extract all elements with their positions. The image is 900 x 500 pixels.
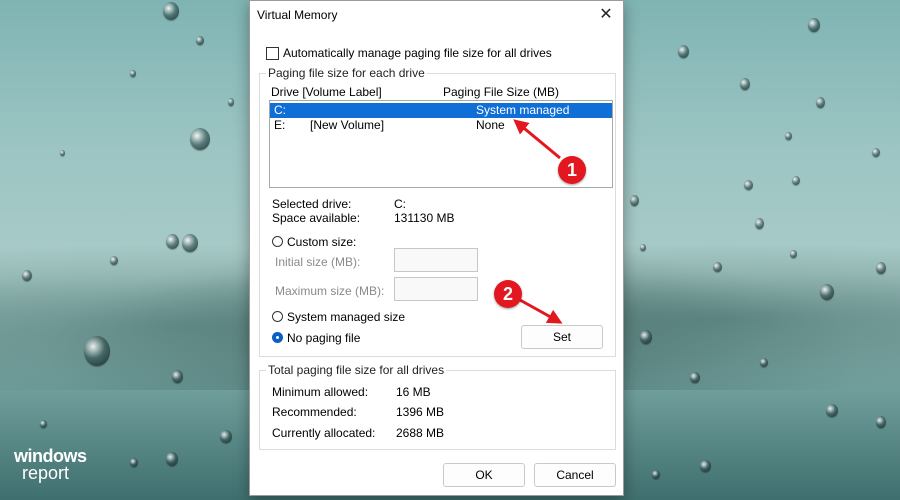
custom-size-label: Custom size: [287,235,357,249]
drive-letter: E: [274,118,286,132]
no-paging-radio[interactable] [272,332,283,343]
drive-size: None [476,118,505,132]
drive-size: System managed [476,103,570,117]
window-title: Virtual Memory [257,8,338,22]
set-button[interactable]: Set [521,325,603,349]
system-managed-radio[interactable] [272,311,283,322]
minimum-allowed-value: 16 MB [396,385,431,399]
auto-manage-label: Automatically manage paging file size fo… [283,46,552,60]
annotation-marker-1: 1 [558,156,586,184]
close-icon[interactable]: ✕ [595,4,617,26]
no-paging-label: No paging file [287,331,361,345]
drive-row-c[interactable]: C: System managed [270,103,612,118]
totals-group-label: Total paging file size for all drives [266,363,447,377]
annotation-marker-2: 2 [494,280,522,308]
size-column-header: Paging File Size (MB) [443,85,560,99]
space-available-value: 131130 MB [394,211,455,225]
ok-button[interactable]: OK [443,463,525,487]
maximum-size-label: Maximum size (MB): [275,284,385,298]
drives-group-label: Paging file size for each drive [266,66,427,80]
auto-manage-option[interactable]: Automatically manage paging file size fo… [266,46,552,60]
logo-text-line2: report [22,463,70,483]
selected-drive-value: C: [394,197,406,211]
minimum-allowed-label: Minimum allowed: [272,385,369,399]
windows-report-logo: windows report [14,447,87,482]
maximum-size-input[interactable] [394,277,478,301]
custom-size-radio[interactable] [272,236,283,247]
currently-allocated-label: Currently allocated: [272,426,376,440]
drive-column-header: Drive [Volume Label] [271,85,382,99]
title-bar: Virtual Memory ✕ [250,1,623,29]
drive-volume: [New Volume] [310,118,385,132]
virtual-memory-dialog: Virtual Memory ✕ Automatically manage pa… [249,0,624,496]
cancel-button[interactable]: Cancel [534,463,616,487]
space-available-label: Space available: [272,211,361,225]
system-managed-label: System managed size [287,310,406,324]
recommended-value: 1396 MB [396,405,445,419]
auto-manage-checkbox[interactable] [266,46,279,60]
recommended-label: Recommended: [272,405,357,419]
drive-letter: C: [274,103,286,117]
initial-size-label: Initial size (MB): [275,255,361,269]
selected-drive-label: Selected drive: [272,197,352,211]
currently-allocated-value: 2688 MB [396,426,445,440]
drive-row-e[interactable]: E: [New Volume] None [270,118,612,133]
initial-size-input[interactable] [394,248,478,272]
